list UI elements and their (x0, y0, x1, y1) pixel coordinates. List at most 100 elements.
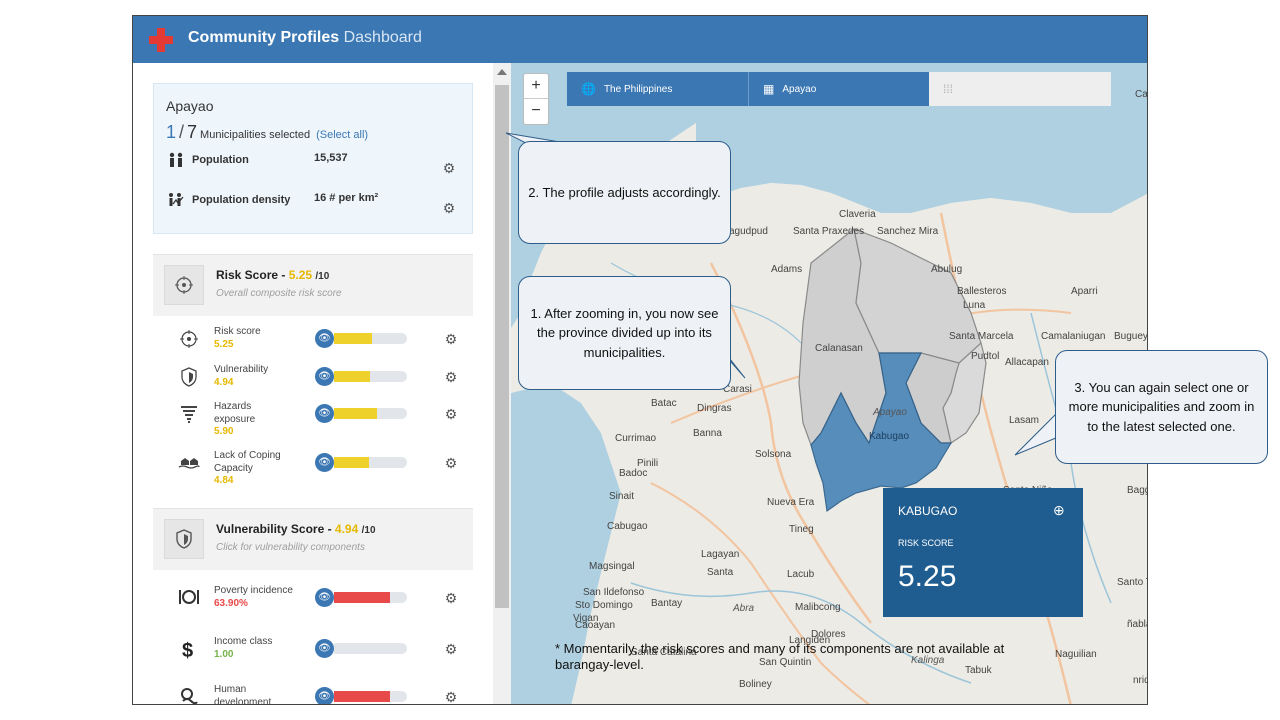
component-value: 5.25 (214, 338, 234, 350)
component-settings-gear-icon[interactable]: ⚙ (444, 642, 458, 656)
map-view[interactable]: + − 🌐 The Philippines ▦ Apayao ⁞⁞⁞ Clave… (511, 63, 1148, 704)
component-label-text: Risk score (214, 326, 261, 337)
map-label-solsona: Solsona (755, 449, 792, 460)
flood-houses-icon (178, 453, 200, 475)
popup-risk-value: 5.25 (898, 560, 957, 593)
eye-icon[interactable]: 👁 (315, 687, 334, 704)
component-settings-gear-icon[interactable]: ⚙ (444, 332, 458, 346)
dashboard-window: Community Profiles Dashboard Apayao 1 / … (132, 15, 1148, 705)
target-icon (164, 265, 204, 305)
map-label-pudtol: Pudtol (971, 351, 1000, 362)
map-label-santa-praxedes: Santa Praxedes (793, 226, 865, 237)
map-label-santa: Santa (707, 567, 734, 578)
component-settings-gear-icon[interactable]: ⚙ (444, 370, 458, 384)
zoom-in-icon[interactable]: ⊕ (1053, 502, 1065, 519)
component-settings-gear-icon[interactable]: ⚙ (444, 591, 458, 605)
eye-icon[interactable]: 👁 (315, 639, 334, 658)
component-label-text: Vulnerability (214, 364, 269, 375)
eye-icon[interactable]: 👁 (315, 404, 334, 423)
map-label-calanasan: Calanasan (815, 343, 863, 354)
hdi-icon (178, 687, 200, 704)
sidebar-scrollbar[interactable] (493, 63, 511, 704)
popup-risk-label: RISK SCORE (898, 538, 954, 548)
red-cross-logo-icon (149, 28, 173, 52)
component-bar (334, 691, 407, 702)
eye-icon[interactable]: 👁 (315, 588, 334, 607)
component-settings-gear-icon[interactable]: ⚙ (444, 407, 458, 421)
population-label: Population (192, 154, 249, 166)
breadcrumb-philippines-label: The Philippines (603, 83, 673, 95)
component-settings-gear-icon[interactable]: ⚙ (444, 456, 458, 470)
people-icon (166, 152, 186, 168)
component-settings-gear-icon[interactable]: ⚙ (444, 690, 458, 704)
vulnerability-score-header[interactable]: Vulnerability Score - 4.94 /10 Click for… (153, 508, 473, 570)
map-label-sto-domingo: Sto Domingo (575, 600, 633, 611)
density-value: 16 # per km² (314, 192, 379, 204)
map-label-baggao: Bagg (1127, 485, 1147, 496)
eye-icon[interactable]: 👁 (315, 367, 334, 386)
map-label-tineg: Tineg (789, 524, 814, 535)
component-bar-fill (334, 333, 373, 344)
zoom-control: + − (523, 73, 549, 125)
zoom-out-button[interactable]: − (524, 99, 548, 124)
component-bar (334, 408, 407, 419)
eye-icon[interactable]: 👁 (315, 329, 334, 348)
breadcrumb-municipality[interactable]: ⁞⁞⁞ (929, 72, 1111, 106)
component-bar-fill (334, 457, 370, 468)
risk-score-header[interactable]: Risk Score - 5.25 /10 Overall composite … (153, 254, 473, 316)
map-label-currimao: Currimao (615, 433, 657, 444)
breadcrumb-philippines[interactable]: 🌐 The Philippines (567, 72, 748, 106)
risk-score-denominator: /10 (315, 271, 330, 282)
vulnerability-score-denominator: /10 (361, 525, 376, 536)
map-label-lasam: Lasam (1009, 415, 1040, 426)
map-label-apayao: Apayao (873, 407, 907, 418)
app-title-bold: Community Profiles (188, 29, 340, 46)
barangay-note: * Momentarily, the risk scores and many … (555, 641, 1005, 672)
component-bar-fill (334, 408, 378, 419)
profile-name: Apayao (166, 98, 214, 114)
eye-icon[interactable]: 👁 (315, 453, 334, 472)
zoom-in-button[interactable]: + (524, 74, 548, 99)
map-label-allacapan: Allacapan (1005, 357, 1049, 368)
map-label-naguilian: Naguilian (1055, 649, 1097, 660)
component-bar (334, 371, 407, 382)
map-label-sto-tomas: Santo Tom (1117, 577, 1147, 588)
breadcrumb-apayao-label: Apayao (782, 83, 817, 95)
risk-title-text: Risk Score - (216, 268, 289, 282)
component-bar (334, 333, 407, 344)
map-label-lagayan: Lagayan (701, 549, 740, 560)
component-label-text: Hazards exposure (214, 401, 256, 425)
map-label-bolinev: Boliney (739, 679, 772, 690)
scrollbar-thumb[interactable] (495, 85, 509, 608)
municipality-popup: KABUGAO ⊕ RISK SCORE 5.25 (883, 488, 1083, 617)
scroll-up-arrow-icon[interactable] (497, 69, 507, 75)
select-all-link[interactable]: (Select all) (316, 129, 368, 141)
component-bar (334, 592, 407, 603)
map-label-carasi: Carasi (723, 384, 752, 395)
population-settings-gear-icon[interactable]: ⚙ (442, 161, 456, 175)
component-bar (334, 643, 407, 654)
map-label-buguey: Buguey (1114, 331, 1148, 342)
component-label-hazards-exposure: Hazards exposure 5.90 (214, 401, 294, 439)
dollar-icon: $ (178, 639, 200, 662)
map-label-caoayan: Caoayan (575, 620, 616, 631)
map-label-gonzaga: Ca (1135, 89, 1148, 100)
breadcrumb-apayao[interactable]: ▦ Apayao (748, 72, 929, 106)
density-row: Population density 16 # per km² (166, 192, 378, 208)
breadcrumb: 🌐 The Philippines ▦ Apayao ⁞⁞⁞ (567, 72, 1111, 106)
map-label-cabugao: Cabugao (607, 521, 648, 532)
component-value: 5.90 (214, 426, 234, 437)
component-label-income-class: Income class 1.00 (214, 636, 294, 661)
map-label-sinait: Sinait (609, 491, 635, 502)
map-label-batac: Batac (651, 398, 677, 409)
risk-score-value: 5.25 (288, 268, 313, 282)
density-settings-gear-icon[interactable]: ⚙ (442, 201, 456, 215)
app-title-light: Dashboard (343, 29, 422, 46)
component-bar (334, 457, 407, 468)
map-label-bantay: Bantay (651, 598, 683, 609)
component-bar-fill (334, 592, 391, 603)
component-label-human-development-index: Human development index (214, 684, 294, 704)
small-grid-icon: ⁞⁞⁞ (943, 82, 954, 96)
map-label-pagudpud: agudpud (729, 226, 768, 237)
map-label-gattaran: Gattaran (1057, 399, 1096, 410)
